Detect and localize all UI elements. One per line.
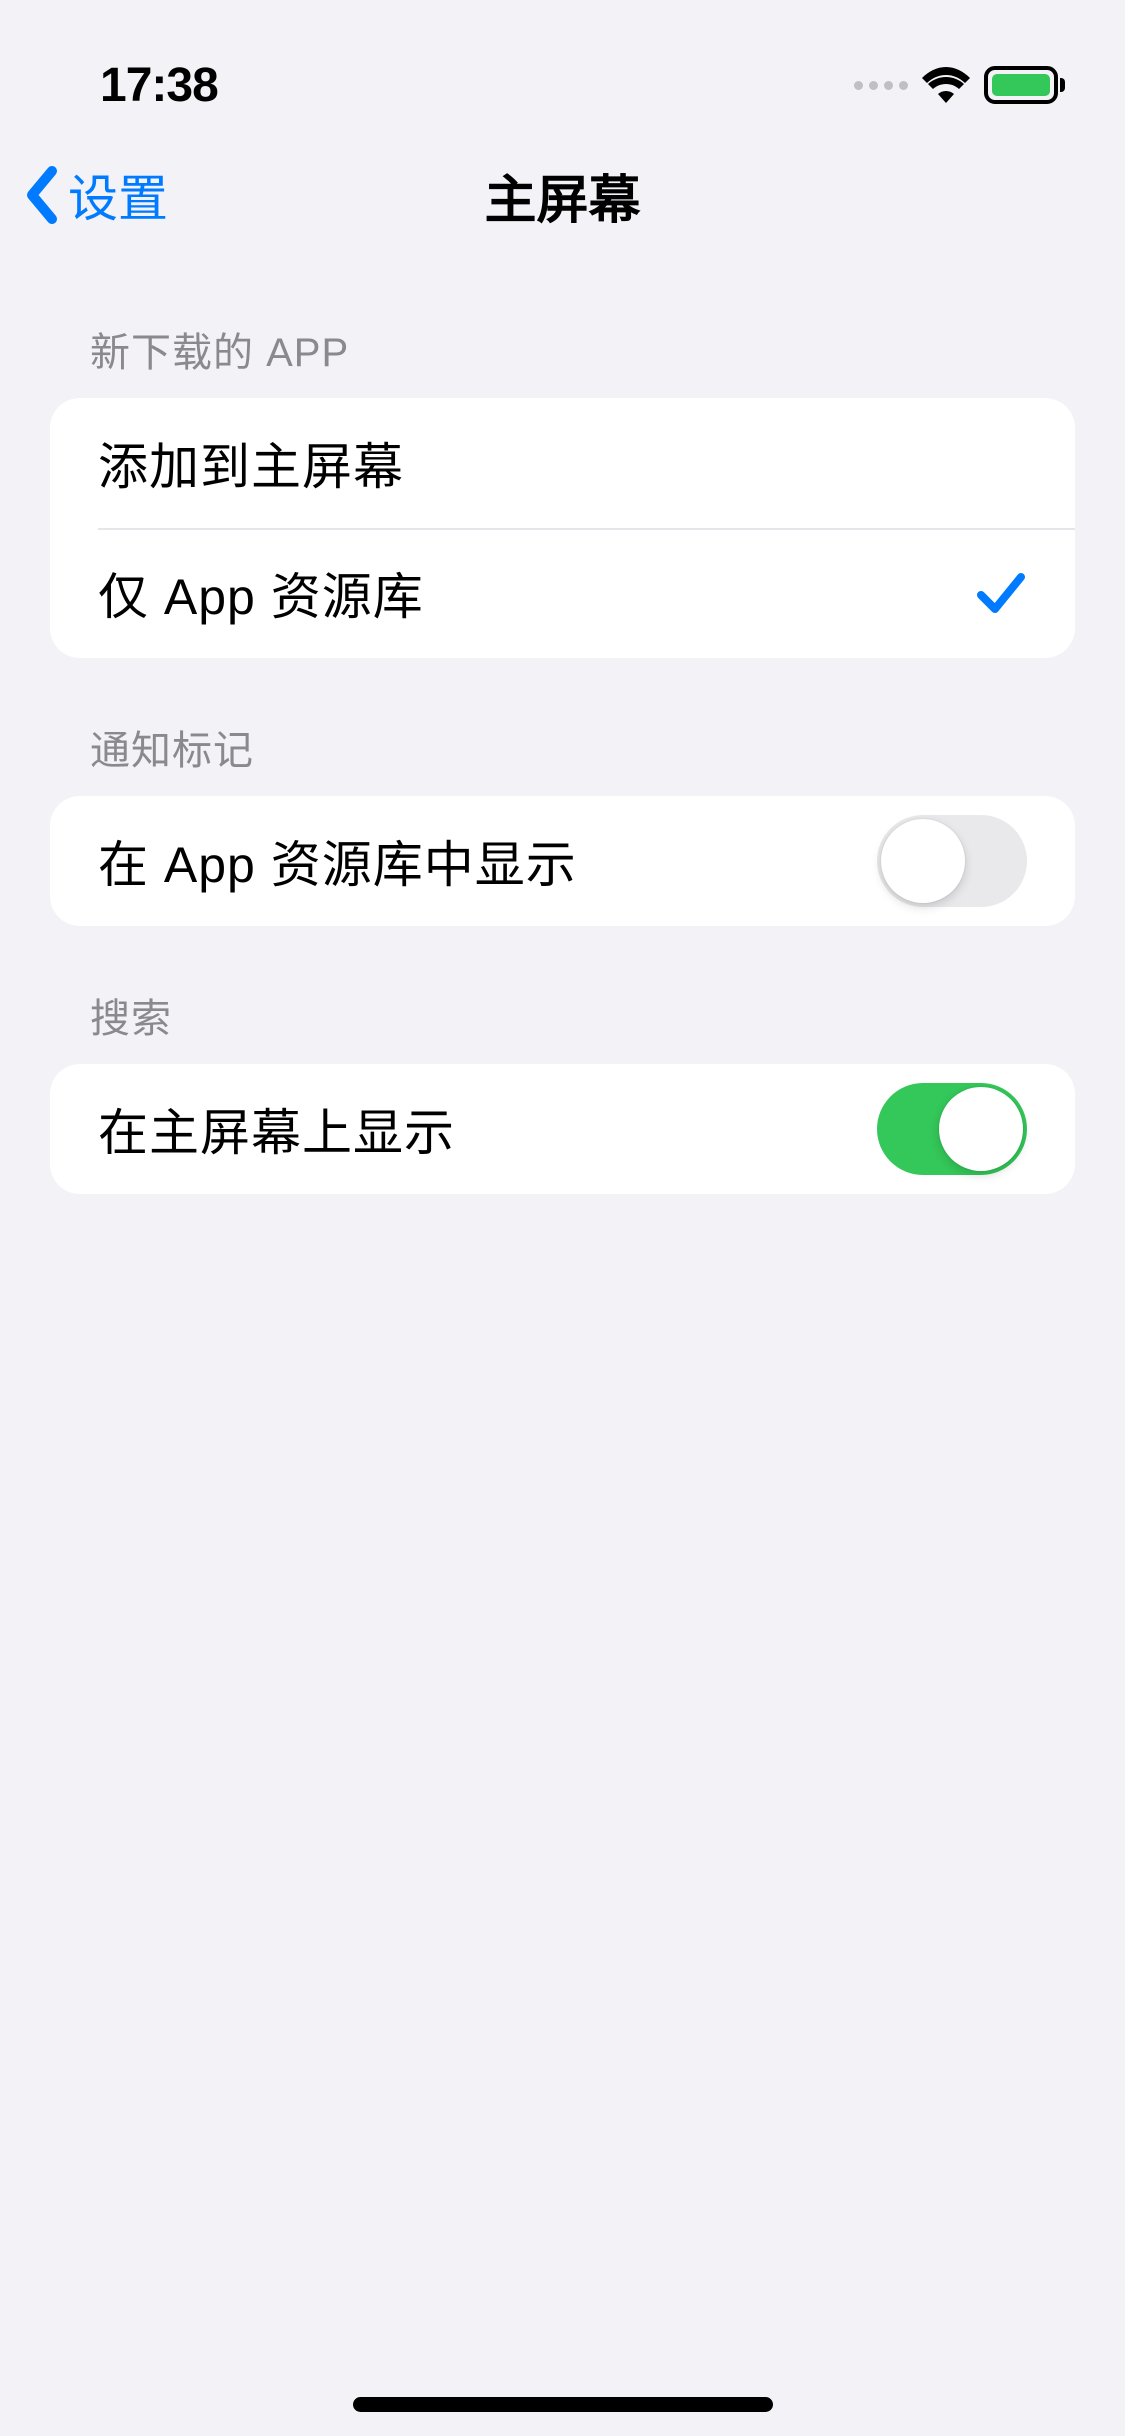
group-badges: 在 App 资源库中显示 xyxy=(50,796,1075,926)
status-right xyxy=(854,66,1065,104)
chevron-left-icon xyxy=(24,165,60,225)
back-button[interactable]: 设置 xyxy=(24,159,168,231)
row-label: 在 App 资源库中显示 xyxy=(98,825,577,897)
nav-bar: 设置 主屏幕 xyxy=(0,130,1125,260)
group-search: 在主屏幕上显示 xyxy=(50,1064,1075,1194)
section-header-badges: 通知标记 xyxy=(50,658,1075,796)
toggle-knob xyxy=(881,819,965,903)
toggle-knob xyxy=(939,1087,1023,1171)
toggle-show-on-home[interactable] xyxy=(877,1083,1027,1175)
status-time: 17:38 xyxy=(100,58,218,113)
option-label: 添加到主屏幕 xyxy=(98,427,404,499)
cellular-dots-icon xyxy=(854,81,908,90)
option-app-library-only[interactable]: 仅 App 资源库 xyxy=(50,528,1075,658)
row-show-on-home: 在主屏幕上显示 xyxy=(50,1064,1075,1194)
back-label: 设置 xyxy=(68,159,168,231)
home-indicator[interactable] xyxy=(353,2397,773,2412)
wifi-icon xyxy=(922,67,970,103)
section-header-search: 搜索 xyxy=(50,926,1075,1064)
row-label: 在主屏幕上显示 xyxy=(98,1093,455,1165)
option-add-to-home[interactable]: 添加到主屏幕 xyxy=(50,398,1075,528)
page-title: 主屏幕 xyxy=(484,158,640,233)
toggle-show-in-app-library[interactable] xyxy=(877,815,1027,907)
section-header-new-apps: 新下载的 APP xyxy=(50,260,1075,398)
row-show-in-app-library: 在 App 资源库中显示 xyxy=(50,796,1075,926)
checkmark-icon xyxy=(975,567,1027,619)
option-label: 仅 App 资源库 xyxy=(98,557,424,629)
status-bar: 17:38 xyxy=(0,0,1125,130)
battery-icon xyxy=(984,66,1065,104)
group-new-apps: 添加到主屏幕 仅 App 资源库 xyxy=(50,398,1075,658)
